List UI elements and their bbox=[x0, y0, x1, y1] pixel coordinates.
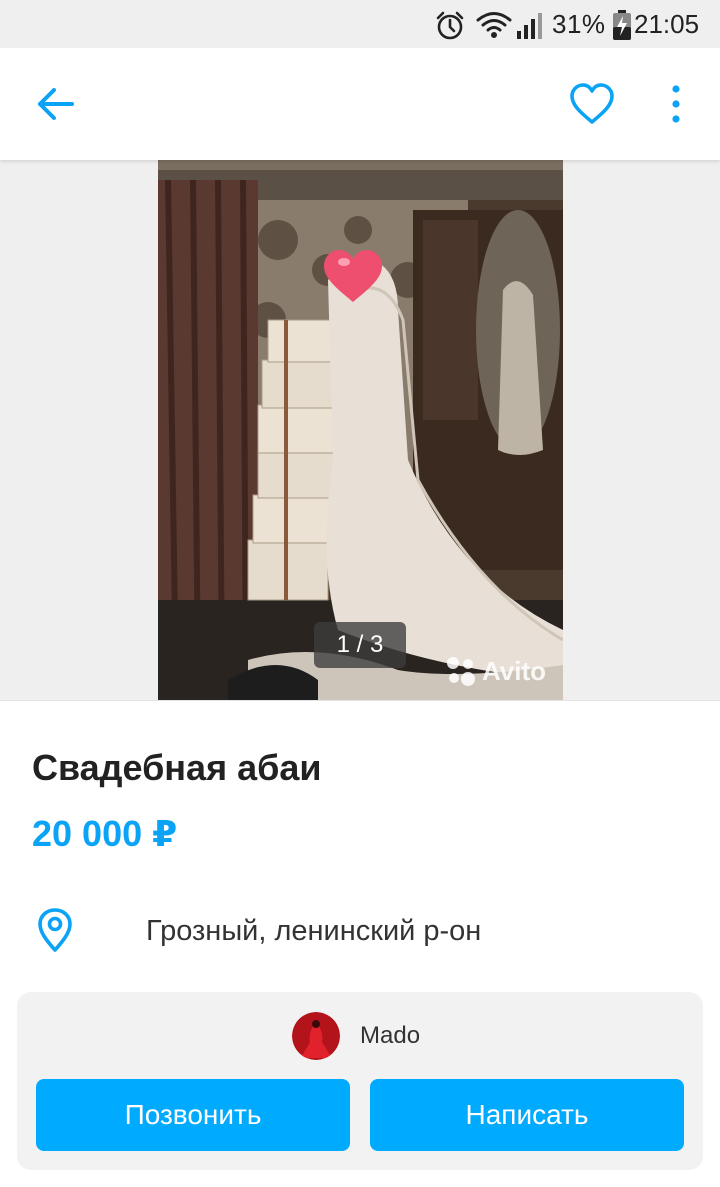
call-button[interactable]: Позвонить bbox=[36, 1079, 350, 1151]
favorite-button[interactable] bbox=[566, 80, 618, 128]
battery-charging-icon bbox=[613, 10, 631, 40]
avatar-image bbox=[292, 1012, 340, 1060]
wifi-icon bbox=[476, 12, 512, 38]
listing-photo[interactable] bbox=[158, 160, 563, 700]
seller-avatar[interactable] bbox=[292, 1012, 340, 1060]
photo-counter: 1 / 3 bbox=[314, 622, 406, 668]
write-message-button[interactable]: Написать bbox=[370, 1079, 684, 1151]
alarm-icon bbox=[436, 11, 464, 40]
status-bar: 31% 21:05 bbox=[0, 0, 720, 48]
listing-details: Свадебная абаи 20 000 ₽ Грозный, ленинск… bbox=[0, 700, 720, 1001]
seller-name[interactable]: Mado bbox=[360, 1022, 420, 1050]
watermark: Avito bbox=[444, 654, 564, 690]
watermark-text: Avito bbox=[482, 656, 547, 686]
avito-logo-icon bbox=[447, 657, 475, 686]
listing-address[interactable]: Грозный, ленинский р-он bbox=[146, 915, 481, 948]
back-arrow-icon bbox=[38, 88, 74, 120]
clock-time: 21:05 bbox=[634, 9, 700, 39]
more-options-button[interactable] bbox=[660, 80, 692, 128]
heart-outline-icon bbox=[570, 83, 614, 124]
back-button[interactable] bbox=[26, 78, 82, 130]
listing-title: Свадебная абаи bbox=[32, 747, 322, 788]
photo-gallery[interactable]: 1 / 3 Avito bbox=[0, 160, 720, 700]
app-bar bbox=[0, 48, 720, 160]
more-vertical-icon bbox=[672, 85, 680, 123]
listing-price: 20 000 ₽ bbox=[32, 813, 178, 854]
battery-percent: 31% bbox=[552, 9, 606, 39]
location-pin-icon bbox=[38, 908, 72, 952]
contact-panel: Mado Позвонить Написать bbox=[17, 992, 703, 1170]
signal-icon bbox=[517, 13, 542, 39]
photo-illustration bbox=[158, 160, 563, 700]
